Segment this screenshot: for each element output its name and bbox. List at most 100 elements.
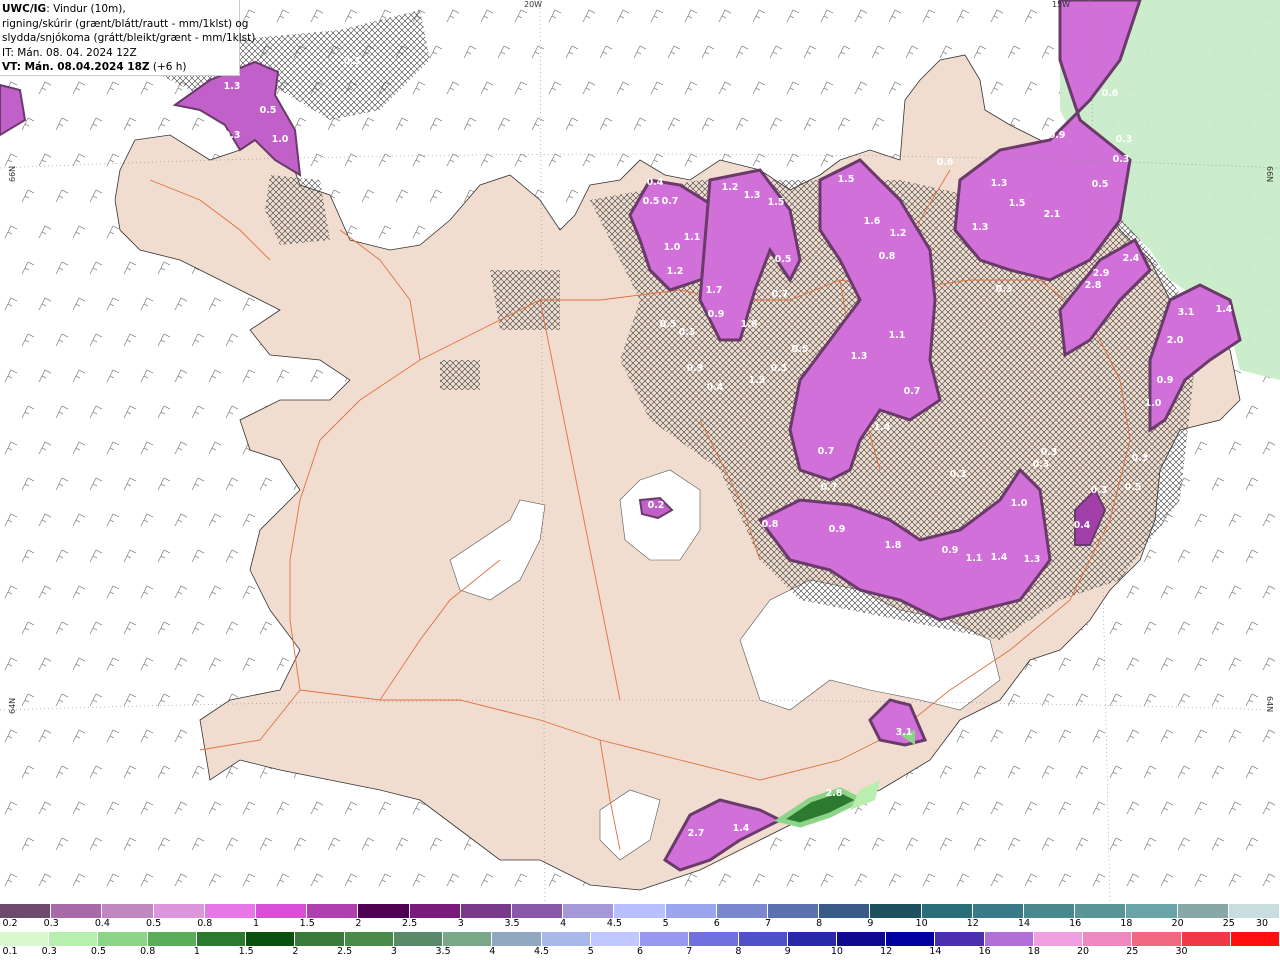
precip-value-label: 3.1	[896, 727, 913, 738]
precip-value-label: 0.6	[1102, 88, 1119, 99]
valid-time-line: VT: Mán. 08.04.2024 18Z (+6 h)	[2, 60, 237, 75]
precip-value-label: 1.3	[744, 190, 761, 201]
legend-tick-label: 3	[390, 946, 397, 957]
precip-value-label: 0.7	[821, 482, 838, 493]
legend-swatch	[98, 932, 148, 946]
legend-swatch	[836, 932, 887, 946]
precip-value-label: 0.5	[1125, 482, 1142, 493]
legend-tick-label: 0.2	[2, 918, 18, 929]
forecast-map-view: 20W 15W 66N 64N 66N 64N 1.3 0.5 0.3 1.0 0.3 0…	[0, 0, 1280, 960]
lat-label-right-66n: 66N	[1265, 166, 1274, 182]
precip-value-label: 0.3	[224, 130, 241, 141]
legend-tick-label: 0.5	[90, 946, 107, 957]
precip-value-label: 2.8	[1085, 280, 1102, 291]
precip-value-label: 0.5	[771, 363, 788, 374]
precip-value-label: 0.9	[708, 309, 725, 320]
legend-swatch	[787, 932, 837, 946]
legend-tick-label: 18	[1120, 918, 1133, 929]
legend-swatch	[1177, 904, 1229, 918]
precip-value-label: 0.9	[687, 363, 704, 374]
precip-value-label: 2.8	[826, 788, 843, 799]
precip-value-label: 1.5	[768, 197, 785, 208]
legend-tick-label: 20	[1171, 918, 1184, 929]
legend-swatch	[460, 904, 513, 918]
legend-swatch	[689, 932, 739, 946]
forecast-info-box: UWC/IG: Vindur (10m), rigning/skúrir (gr…	[0, 0, 255, 76]
precip-value-label: 0.8	[879, 251, 896, 262]
precip-value-label: 0.4	[647, 177, 664, 188]
legend-tick-label: 1	[193, 946, 200, 957]
legend-tick-label: 3	[457, 918, 464, 929]
legend-tick-label: 14	[1017, 918, 1031, 929]
legend-swatch	[1083, 932, 1133, 946]
precip-value-label: 0.6	[937, 157, 954, 168]
precip-value-label: 0.3	[1116, 134, 1133, 145]
snow-legend-bar	[0, 904, 1280, 918]
precip-value-label: 0.9	[1049, 130, 1066, 141]
lat-label-left-66n: 66N	[8, 166, 17, 182]
legend-swatch	[492, 932, 542, 946]
lon-label-15w: 15W	[1052, 0, 1070, 9]
legend-swatch	[51, 904, 103, 918]
legend-swatch	[409, 904, 461, 918]
legend-swatch	[640, 932, 690, 946]
precip-value-label: 1.1	[684, 232, 701, 243]
legend-tick-label: 0.8	[140, 946, 156, 957]
precip-value-label: 0.3	[1033, 459, 1050, 470]
precip-value-label: 0.7	[772, 289, 789, 300]
legend-tick-label: 2.5	[337, 946, 353, 957]
precip-value-label: 2.1	[1044, 209, 1061, 220]
precip-value-label: 1.2	[667, 266, 684, 277]
lead-time: (+6 h)	[149, 61, 187, 73]
precip-value-label: 0.7	[904, 386, 921, 397]
legend-tick-label: 12	[966, 918, 979, 929]
legend-tick-label: 10	[915, 918, 928, 929]
legend-swatch	[393, 932, 444, 946]
precip-value-label: 1.1	[966, 553, 983, 564]
legend-swatch	[614, 904, 666, 918]
precip-value-label: 1.4	[991, 552, 1008, 563]
precip-value-label: 0.9	[829, 524, 846, 535]
legend-swatch	[147, 932, 197, 946]
precip-value-label: 0.3	[1113, 154, 1130, 165]
legend-tick-label: 14	[929, 946, 942, 957]
legend-tick-label: 0.4	[94, 918, 110, 929]
precip-value-label: 1.8	[885, 540, 902, 551]
legend-swatch	[921, 904, 973, 918]
legend-swatch	[0, 932, 50, 946]
legend-tick-label: 25	[1222, 918, 1235, 929]
precip-value-label: 0.3	[950, 469, 967, 480]
legend-tick-label: 12	[880, 946, 893, 957]
legend-swatch	[512, 904, 564, 918]
precip-value-label: 0.5	[260, 105, 277, 116]
legend-swatch	[102, 904, 154, 918]
precip-value-label: 2.9	[1093, 268, 1110, 279]
precip-value-label: 0.3	[1041, 447, 1058, 458]
legend-tick-label: 7	[764, 918, 772, 929]
precip-value-label: 0.7	[818, 446, 835, 457]
precip-value-label: 0.3	[996, 284, 1013, 295]
precip-value-label: 1.3	[1024, 554, 1041, 565]
legend-swatch	[1228, 904, 1280, 918]
precip-value-label: 2.0	[1167, 335, 1184, 346]
legend-tick-label: 2	[292, 946, 299, 957]
weather-map: 20W 15W 66N 64N 66N 64N 1.30.50.3 1.00.30…	[0, 0, 1280, 903]
precip-value-label: 1.7	[706, 285, 723, 296]
precip-value-label: 1.3	[851, 351, 868, 362]
precip-value-label: 1.3	[224, 81, 241, 92]
precip-value-label: 0.3	[679, 327, 696, 338]
legend-swatch	[1181, 932, 1231, 946]
precip-value-label: 0.5	[643, 196, 660, 207]
precip-value-label: 0.3	[1091, 485, 1108, 496]
legend-swatch	[590, 932, 641, 946]
legend-tick-label: 9	[784, 946, 791, 957]
legend-tick-label: 30	[1175, 946, 1188, 957]
legend-swatch	[1132, 932, 1182, 946]
legend-swatch	[204, 904, 257, 918]
precip-value-label: 1.0	[1011, 498, 1028, 509]
legend-swatch	[563, 904, 615, 918]
precip-value-label: 2.7	[688, 828, 705, 839]
legend-swatch	[768, 904, 820, 918]
legend-swatch	[541, 932, 591, 946]
legend-tick-label: 25	[1126, 946, 1139, 957]
